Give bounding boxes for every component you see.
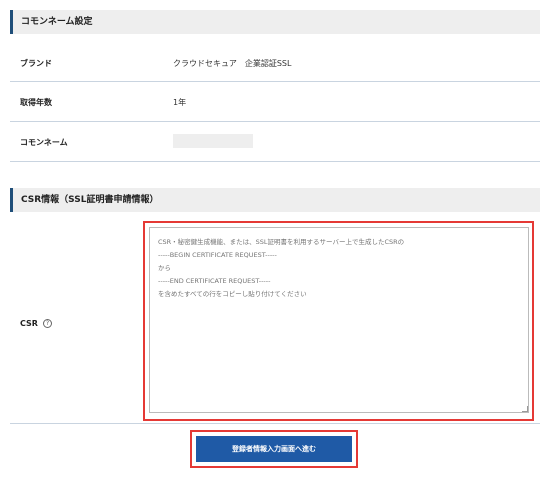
years-value: 1年 (173, 98, 187, 107)
years-row: 取得年数 1年 (10, 82, 540, 122)
common-name-value-masked (173, 134, 253, 148)
proceed-to-registrant-info-button[interactable]: 登録者情報入力画面へ進む (196, 436, 352, 462)
brand-row: ブランド クラウドセキュア 企業認証SSL (10, 42, 540, 82)
common-name-section-header: コモンネーム設定 (10, 10, 540, 34)
common-name-row: コモンネーム (10, 122, 540, 162)
csr-textarea[interactable] (149, 227, 529, 413)
years-label: 取得年数 (20, 98, 52, 107)
csr-section-header: CSR情報（SSL証明書申請情報） (10, 188, 540, 212)
csr-label-wrap: CSR ? (20, 319, 52, 328)
brand-value: クラウドセキュア 企業認証SSL (173, 59, 292, 68)
csr-label: CSR (20, 319, 38, 328)
brand-label: ブランド (20, 59, 52, 68)
question-circle-icon[interactable]: ? (42, 319, 52, 328)
common-name-label: コモンネーム (20, 138, 68, 147)
textarea-resize-handle[interactable] (522, 406, 528, 412)
